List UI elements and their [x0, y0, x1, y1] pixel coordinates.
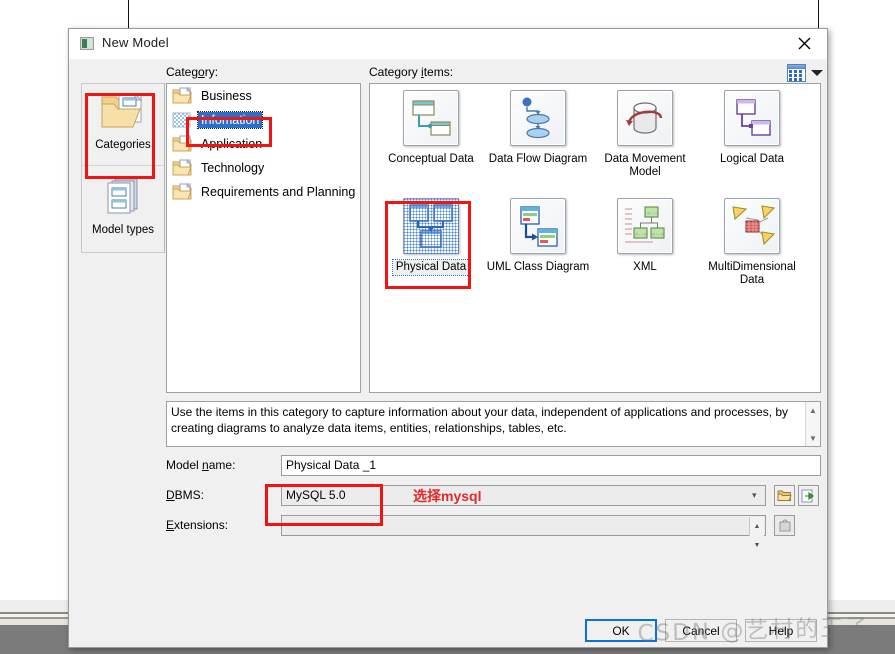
mode-separator: [82, 165, 164, 166]
item-label: Data Flow Diagram: [488, 153, 588, 165]
category-label: Category:: [166, 65, 219, 79]
extensions-row: Extensions: ▲ ▼: [166, 515, 821, 549]
category-description-box: Use the items in this category to captur…: [166, 401, 821, 447]
uml-class-diagram-icon: [510, 198, 566, 254]
mode-item-model-types[interactable]: Model types: [82, 169, 164, 249]
mode-item-label: Categories: [95, 139, 151, 151]
category-list[interactable]: Business Infomation Application Technolo…: [166, 83, 361, 393]
description-scrollbar[interactable]: ▲ ▼: [805, 402, 820, 446]
mode-bar: Categories Model types: [81, 83, 165, 253]
dbms-label: DBMS:: [166, 488, 205, 502]
item-label: Physical Data: [391, 259, 471, 276]
multidimensional-data-icon: [724, 198, 780, 254]
data-movement-model-icon: [617, 90, 673, 146]
folder-icon: [172, 87, 192, 104]
spinner-icon[interactable]: ▲ ▼: [749, 517, 764, 549]
dialog-body: Category: Category items: Categories Mod…: [69, 59, 827, 647]
item-data-flow-diagram[interactable]: Data Flow Diagram: [483, 90, 593, 198]
item-multidimensional-data[interactable]: MultiDimensional Data: [697, 198, 807, 306]
category-items-grid: Conceptual Data Data Flow Diagram Data M…: [370, 84, 820, 286]
folder-icon: [172, 183, 192, 200]
guide-line-right: [818, 0, 819, 28]
item-label: Conceptual Data: [388, 153, 474, 165]
folder-transparent-icon: [172, 112, 191, 128]
logical-data-icon: [724, 90, 780, 146]
folder-icon: [172, 135, 192, 152]
category-item-infomation[interactable]: Infomation: [167, 108, 360, 132]
category-items-panel[interactable]: Conceptual Data Data Flow Diagram Data M…: [369, 83, 821, 393]
mode-item-label: Model types: [91, 224, 154, 236]
stacked-documents-icon: [107, 178, 138, 214]
category-item-label: Technology: [201, 161, 265, 175]
category-item-label: Infomation: [196, 111, 264, 129]
chevron-down-icon: [811, 70, 823, 76]
svg-text:<-->: <-->: [652, 232, 664, 238]
item-physical-data[interactable]: Physical Data: [376, 198, 486, 306]
item-label: XML: [633, 261, 657, 273]
category-item-label: Application: [201, 137, 263, 151]
category-items-label: Category items:: [369, 65, 454, 79]
scroll-down-icon[interactable]: ▼: [806, 431, 820, 445]
model-name-label: Model name:: [166, 458, 236, 472]
item-label: MultiDimensional Data: [708, 261, 796, 286]
item-xml[interactable]: <--> <--> <--> XML: [590, 198, 700, 306]
folder-documents-icon: [101, 92, 143, 128]
category-item-label: Requirements and Planning: [201, 185, 356, 199]
annotation-note: 选择mysql: [413, 488, 482, 504]
conceptual-data-icon: [403, 90, 459, 146]
category-item-application[interactable]: Application: [167, 132, 360, 156]
selection-overlay: [403, 198, 459, 254]
extensions-button[interactable]: [774, 515, 795, 536]
model-name-input[interactable]: Physical Data _1: [281, 455, 821, 476]
category-description-text: Use the items in this category to captur…: [171, 405, 789, 435]
scroll-up-icon[interactable]: ▲: [806, 403, 820, 417]
watermark: CSDN @艺村的王子: [637, 614, 871, 647]
close-icon[interactable]: [782, 29, 827, 58]
view-layout-icon: [787, 64, 806, 82]
category-item-business[interactable]: Business: [167, 84, 360, 108]
model-form: Model name: Physical Data _1 DBMS: MySQL…: [166, 455, 821, 549]
folder-open-icon: [777, 490, 792, 501]
new-model-dialog: New Model Category: Category items: Cate…: [68, 28, 828, 648]
item-conceptual-data[interactable]: Conceptual Data: [376, 90, 486, 198]
item-label: Logical Data: [720, 153, 784, 165]
guide-line-left: [128, 0, 129, 28]
category-item-requirements-and-planning[interactable]: Requirements and Planning: [167, 180, 360, 204]
extensions-label: Extensions:: [166, 518, 229, 532]
view-layout-toggle[interactable]: [787, 63, 831, 83]
item-data-movement-model[interactable]: Data Movement Model: [590, 90, 700, 198]
item-label: UML Class Diagram: [486, 261, 590, 273]
folder-icon: [172, 159, 192, 176]
dialog-titlebar: New Model: [69, 29, 827, 60]
window-title: New Model: [102, 35, 169, 50]
dbms-import-button[interactable]: [798, 485, 819, 506]
data-flow-diagram-icon: [510, 90, 566, 146]
dbms-browse-button[interactable]: [774, 485, 795, 506]
xml-icon: <--> <--> <-->: [617, 198, 673, 254]
category-item-label: Business: [201, 89, 252, 103]
dbms-select[interactable]: MySQL 5.0 ▾: [281, 485, 766, 506]
item-uml-class-diagram[interactable]: UML Class Diagram: [483, 198, 593, 306]
category-item-technology[interactable]: Technology: [167, 156, 360, 180]
model-name-row: Model name: Physical Data _1: [166, 455, 821, 477]
model-icon: [80, 37, 94, 50]
mode-item-categories[interactable]: Categories: [82, 84, 164, 164]
extension-icon: [779, 519, 790, 532]
svg-text:<-->: <-->: [635, 232, 647, 238]
physical-data-icon: [403, 198, 459, 254]
import-arrow-icon: [801, 489, 814, 502]
extensions-input[interactable]: ▲ ▼: [281, 515, 766, 549]
item-label: Data Movement Model: [604, 153, 686, 178]
item-logical-data[interactable]: Logical Data: [697, 90, 807, 198]
chevron-down-icon: ▾: [752, 490, 757, 500]
dbms-row: DBMS: MySQL 5.0 ▾: [166, 485, 821, 507]
svg-text:<-->: <-->: [647, 211, 659, 217]
